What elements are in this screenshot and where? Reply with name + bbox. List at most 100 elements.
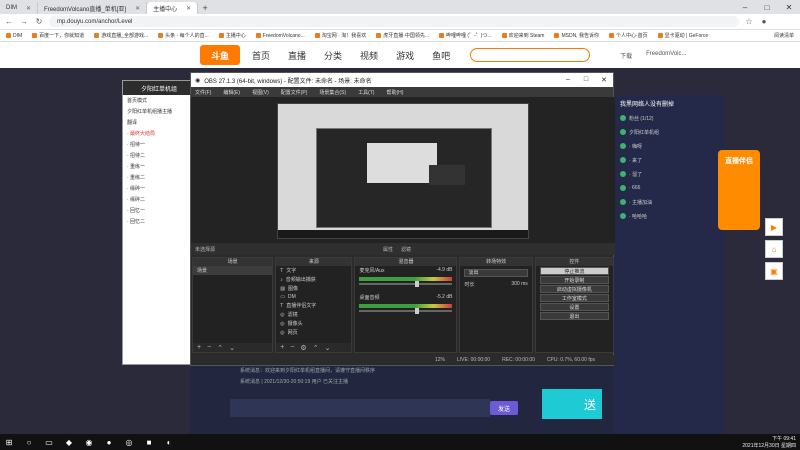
maximize-button[interactable]: □ [577, 76, 595, 84]
promo-banner[interactable]: 直播伴侣 [718, 150, 760, 230]
menu-help[interactable]: 帮助(H) [386, 89, 403, 96]
nav-yuba[interactable]: 鱼吧 [432, 49, 450, 62]
list-item[interactable]: 夕阳红单机组播主播 [123, 106, 193, 117]
source-item[interactable]: ◎ 摄像头 [276, 319, 351, 328]
volume-slider[interactable] [359, 281, 453, 287]
menu-profile[interactable]: 配置文件(P) [281, 89, 308, 96]
minimize-button[interactable]: – [559, 76, 577, 84]
bookmark[interactable]: 欢迎来到 Steam [501, 32, 544, 39]
list-item[interactable]: · 回忆一 [123, 205, 193, 216]
gift-button[interactable]: 送 [542, 389, 602, 419]
properties-button[interactable]: 属性 [383, 246, 393, 253]
nav-video[interactable]: 视频 [360, 49, 378, 62]
nav-live[interactable]: 直播 [288, 49, 306, 62]
send-button[interactable]: 发送 [490, 401, 518, 415]
settings-button[interactable]: 设置 [539, 303, 609, 311]
maximize-button[interactable]: □ [756, 0, 778, 14]
download-link[interactable]: 下载 [620, 51, 632, 60]
source-item[interactable]: T 直播伴侣文字 [276, 301, 351, 310]
browser-tab[interactable]: FreedomVolcano直播_单机[亚] ✕ [38, 2, 148, 14]
list-item[interactable]: · 666 [614, 181, 724, 195]
close-icon[interactable]: ✕ [135, 5, 140, 12]
exit-button[interactable]: 退出 [539, 312, 609, 320]
gear-icon[interactable]: ⚙ [300, 344, 306, 352]
transition-select[interactable]: 淡出 [464, 269, 528, 277]
new-tab-button[interactable]: + [198, 2, 212, 14]
star-icon[interactable]: ☆ [744, 17, 754, 26]
bookmark[interactable]: 游戏直播_全部游戏... [94, 32, 148, 39]
source-item[interactable]: ▭ DM [276, 293, 351, 301]
menu-edit[interactable]: 编辑(E) [223, 89, 240, 96]
menu-scene-collection[interactable]: 场景集合(S) [319, 89, 346, 96]
windows-start-icon[interactable]: ⊞ [4, 437, 14, 447]
play-icon[interactable]: ▶ [765, 218, 783, 236]
browser-tab-active[interactable]: 主播中心 ✕ [147, 2, 199, 14]
nav-category[interactable]: 分类 [324, 49, 342, 62]
volume-slider[interactable] [359, 308, 453, 314]
list-item[interactable]: · 来了 [614, 153, 724, 167]
task-view-icon[interactable]: ▭ [44, 437, 54, 447]
source-item[interactable]: ♪ 音频输出捕获 [276, 275, 351, 284]
down-icon[interactable]: ⌄ [325, 344, 331, 352]
close-window-button[interactable]: ✕ [778, 0, 800, 14]
source-item[interactable]: ▨ 图像 [276, 284, 351, 293]
steam-icon[interactable]: ◐ [164, 437, 174, 447]
down-icon[interactable]: ⌄ [229, 344, 235, 352]
list-item[interactable]: 粉丝 (1/12) [614, 111, 724, 125]
reload-button[interactable]: ↻ [34, 17, 44, 26]
add-icon[interactable]: + [280, 344, 284, 351]
menu-tools[interactable]: 工具(T) [358, 89, 374, 96]
menu-file[interactable]: 文件(F) [195, 89, 211, 96]
list-item[interactable]: · 哈哈哈 [614, 209, 724, 223]
add-icon[interactable]: + [197, 344, 201, 351]
bookmark[interactable]: MSDN, 我告诉你 [554, 32, 599, 39]
up-icon[interactable]: ⌃ [217, 344, 223, 352]
search-input[interactable] [470, 48, 591, 62]
home-icon[interactable]: ⌂ [765, 240, 783, 258]
duration-input[interactable]: 300 ms [511, 281, 527, 288]
bookmark[interactable]: 虎牙直播·中国领先... [376, 32, 429, 39]
douyu-logo[interactable]: 斗鱼 [200, 45, 240, 65]
virtual-camera-button[interactable]: 启动虚拟摄像机 [539, 285, 609, 293]
remove-icon[interactable]: − [290, 344, 294, 351]
list-item[interactable]: · 重练一 [123, 161, 193, 172]
chat-input[interactable] [230, 399, 490, 417]
reading-list[interactable]: 阅读清单 [774, 32, 794, 39]
url-input[interactable]: mp.douyu.com/anchor/Level [49, 16, 739, 27]
obs-preview[interactable] [191, 97, 615, 243]
chrome-icon[interactable]: ◉ [84, 437, 94, 447]
profile-icon[interactable]: ● [759, 17, 769, 26]
scene-item[interactable]: 场景 [193, 266, 273, 275]
list-item[interactable]: · 招待二 [123, 150, 193, 161]
app-icon[interactable]: ◆ [64, 437, 74, 447]
start-recording-button[interactable]: 开始录制 [539, 276, 609, 284]
remove-icon[interactable]: − [207, 344, 211, 351]
app-icon[interactable]: ■ [144, 437, 154, 447]
system-tray-clock[interactable]: 下午 09:41 2021年12月30日 星期四 [742, 434, 796, 450]
list-item[interactable]: 首页模式 [123, 95, 193, 106]
list-item[interactable]: · 最终大结局 [123, 128, 193, 139]
bookmark[interactable]: 头条 · 每个人的直... [158, 32, 209, 39]
source-item[interactable]: ◎ 网页 [276, 328, 351, 337]
minimize-button[interactable]: – [734, 0, 756, 14]
browser-tab[interactable]: DIM ✕ [0, 2, 39, 14]
obs-icon[interactable]: ◎ [124, 437, 134, 447]
list-item[interactable]: · 重练二 [123, 172, 193, 183]
list-item[interactable]: 翻译 [123, 117, 193, 128]
bookmark[interactable]: 淘宝网 · 淘！我喜欢 [314, 32, 366, 39]
list-item[interactable]: · 溜了 [614, 167, 724, 181]
list-item[interactable]: · 缘碎一 [123, 183, 193, 194]
source-item[interactable]: ◎ 滤镜 [276, 310, 351, 319]
back-button[interactable]: ← [4, 17, 14, 26]
source-item[interactable]: T 文字 [276, 266, 351, 275]
bookmark[interactable]: 个人中心-首页 [608, 32, 648, 39]
menu-view[interactable]: 视图(V) [252, 89, 269, 96]
bookmark[interactable]: 百度一下，你就知道 [32, 32, 84, 39]
stop-stream-button[interactable]: 停止推流 [539, 267, 609, 275]
list-item[interactable]: · 回忆二 [123, 216, 193, 227]
bookmark[interactable]: DIM [6, 33, 22, 39]
filters-button[interactable]: 滤镜 [401, 246, 411, 253]
up-icon[interactable]: ⌃ [313, 344, 319, 352]
search-icon[interactable]: ○ [24, 437, 34, 447]
bookmark[interactable]: 哔哩哔哩 (゜-゜)つ... [439, 32, 492, 39]
